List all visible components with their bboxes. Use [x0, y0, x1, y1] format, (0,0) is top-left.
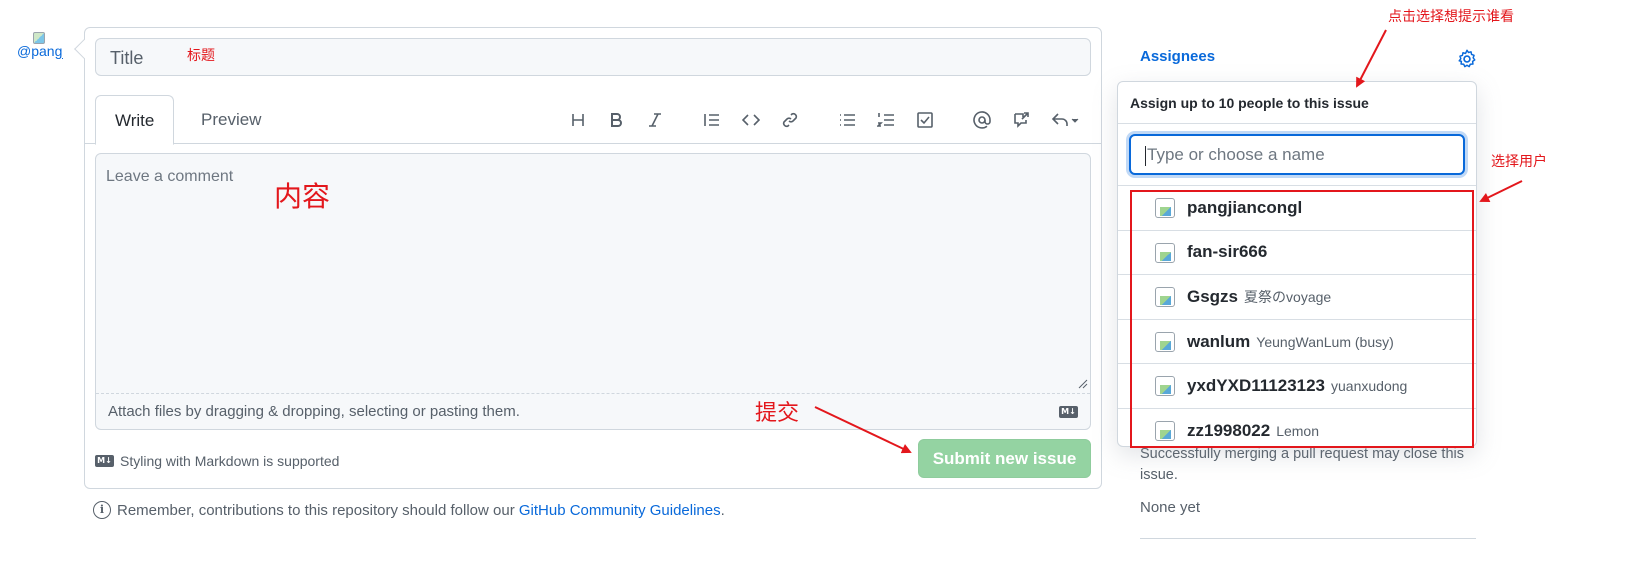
markdown-icon: M↓ [95, 455, 114, 467]
italic-icon[interactable] [642, 106, 668, 134]
assignees-popover: Assign up to 10 people to this issue Typ… [1117, 81, 1477, 447]
user-fullname: 夏祭のvoyage [1244, 288, 1332, 305]
code-icon[interactable] [738, 106, 764, 134]
user-fullname: YeungWanLum (busy) [1256, 333, 1394, 350]
task-list-icon[interactable] [912, 106, 938, 134]
ordered-list-icon[interactable] [873, 106, 899, 134]
popover-filter: Type or choose a name [1118, 124, 1476, 186]
annotation-title: 标题 [187, 48, 215, 64]
avatar-alt-text: @pangjiancongl [17, 43, 63, 60]
annotation-select-users: 选择用户 [1491, 154, 1547, 170]
user-login: zz1998022 [1187, 420, 1271, 440]
text-cursor [1145, 145, 1146, 166]
user-login: wanlum [1187, 331, 1251, 351]
user-avatar [1155, 287, 1175, 308]
user-login: yxdYXD11123123 [1187, 376, 1326, 396]
annotation-click-select: 点击选择想提示谁看 [1388, 9, 1514, 25]
cross-reference-icon[interactable] [1008, 106, 1034, 134]
user-fullname: yuanxudong [1331, 378, 1408, 395]
editor-tabs: Write Preview [85, 95, 1101, 145]
unordered-list-icon[interactable] [834, 106, 860, 134]
file-attachment-bar[interactable]: Attach files by dragging & dropping, sel… [96, 393, 1090, 429]
annotation-submit: 提交 [755, 401, 800, 426]
user-avatar [1155, 198, 1175, 218]
arrow-to-popover [1356, 29, 1387, 88]
user-login: Gsgzs [1187, 286, 1239, 306]
user-avatar [1155, 242, 1175, 263]
gear-icon[interactable] [1456, 48, 1478, 70]
submit-new-issue-button[interactable]: Submit new issue [918, 439, 1091, 478]
none-yet-text: None yet [1140, 499, 1201, 516]
user-login: pangjiancongl [1187, 197, 1303, 217]
new-issue-form: Title Write Preview Leave a comment Atta… [74, 27, 1102, 489]
title-input[interactable]: Title [95, 38, 1091, 76]
comment-textarea[interactable]: Leave a comment [96, 154, 1090, 392]
bold-icon[interactable] [603, 106, 629, 134]
guidelines-note: i Remember, contributions to this reposi… [93, 498, 725, 522]
mention-icon[interactable] [969, 106, 995, 134]
annotation-content: 内容 [274, 180, 331, 213]
list-item[interactable]: pangjiancongl [1118, 186, 1476, 231]
user-avatar [1155, 331, 1175, 352]
guidelines-suffix: . [720, 501, 725, 519]
markdown-note-text: Styling with Markdown is supported [120, 453, 340, 469]
assignee-search-placeholder: Type or choose a name [1147, 145, 1325, 164]
title-placeholder: Title [110, 48, 144, 68]
list-item[interactable]: fan-sir666 [1118, 231, 1476, 276]
author-avatar[interactable]: @pangjiancongl [17, 30, 63, 72]
user-avatar [1155, 376, 1175, 397]
list-item[interactable]: zz1998022 Lemon [1118, 409, 1476, 446]
popover-header: Assign up to 10 people to this issue [1118, 82, 1476, 124]
assignees-heading[interactable]: Assignees [1140, 48, 1215, 65]
sidebar-divider [1140, 538, 1476, 539]
comment-placeholder: Leave a comment [106, 168, 234, 185]
user-fullname: Lemon [1276, 422, 1319, 439]
comment-box: Leave a comment Attach files by dragging… [95, 153, 1091, 430]
arrow-to-user-list [1479, 180, 1523, 202]
attach-text: Attach files by dragging & dropping, sel… [108, 403, 520, 420]
markdown-note[interactable]: M↓ Styling with Markdown is supported [95, 451, 339, 471]
speech-caret [74, 39, 94, 59]
quote-icon[interactable] [699, 106, 725, 134]
user-avatar [1155, 420, 1175, 441]
tab-write[interactable]: Write [95, 95, 175, 145]
info-icon: i [93, 501, 111, 519]
heading-icon[interactable] [565, 106, 591, 134]
user-login: fan-sir666 [1187, 242, 1268, 262]
list-item[interactable]: Gsgzs 夏祭のvoyage [1118, 275, 1476, 320]
list-item[interactable]: yxdYXD11123123 yuanxudong [1118, 364, 1476, 409]
assignee-list: pangjiancongl fan-sir666 Gsgzs 夏祭のvoyage… [1118, 186, 1476, 446]
guidelines-prefix: Remember, contributions to this reposito… [117, 501, 515, 519]
community-guidelines-link[interactable]: GitHub Community Guidelines [519, 502, 721, 519]
list-item[interactable]: wanlum YeungWanLum (busy) [1118, 320, 1476, 365]
reply-icon[interactable] [1047, 106, 1083, 134]
markdown-icon[interactable]: M↓ [1059, 406, 1078, 418]
linked-pr-note: Successfully merging a pull request may … [1140, 446, 1464, 483]
assignee-search-input[interactable]: Type or choose a name [1129, 134, 1465, 175]
link-icon[interactable] [777, 106, 803, 134]
tab-preview[interactable]: Preview [182, 95, 280, 144]
resize-grip-icon[interactable] [1078, 379, 1088, 389]
